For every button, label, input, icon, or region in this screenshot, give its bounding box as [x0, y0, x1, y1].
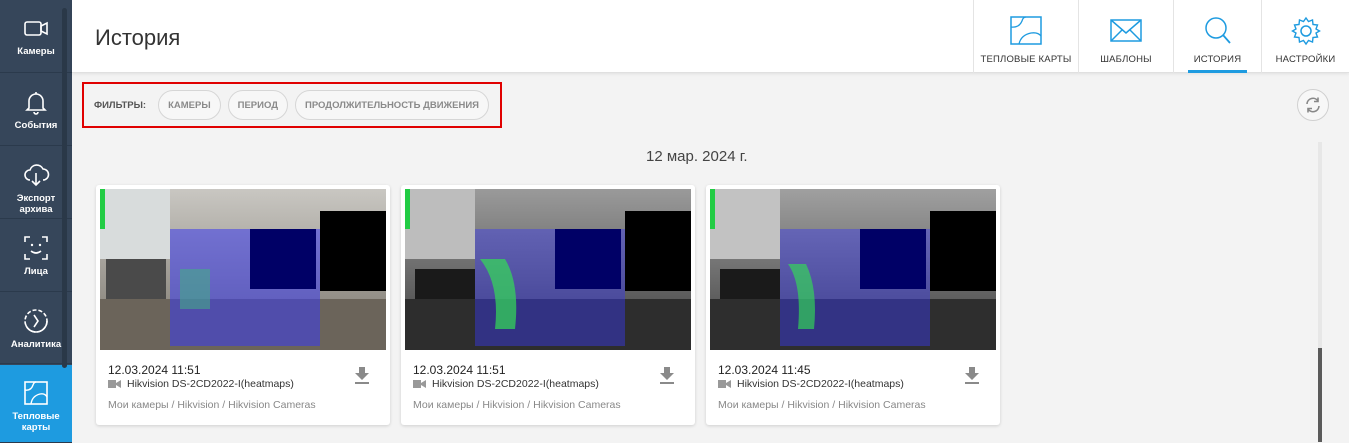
tab-history[interactable]: ИСТОРИЯ [1173, 0, 1261, 73]
content-scrollbar[interactable] [1318, 142, 1322, 442]
heatmap-thumbnail[interactable] [405, 189, 691, 350]
bell-icon [25, 92, 47, 115]
heatmap-icon [24, 381, 48, 405]
history-card[interactable]: 12.03.2024 11:51 Hikvision DS-2CD2022-I(… [96, 185, 390, 425]
sidebar-item-heatmaps[interactable]: Тепловые карты [0, 365, 72, 443]
card-camera-name: Hikvision DS-2CD2022-I(heatmaps) [127, 378, 294, 390]
tab-label: НАСТРОЙКИ [1275, 54, 1336, 65]
heatmap-thumbnail[interactable] [710, 189, 996, 350]
sidebar-item-label: Лица [24, 266, 48, 277]
face-icon [24, 236, 48, 260]
scrollbar-thumb[interactable] [1318, 348, 1322, 442]
filter-chip-motion-duration[interactable]: ПРОДОЛЖИТЕЛЬНОСТЬ ДВИЖЕНИЯ [295, 90, 489, 120]
header: История ТЕПЛОВЫЕ КАРТЫ ШАБЛОНЫ ИСТОРИЯ Н… [72, 0, 1349, 73]
card-path: Мои камеры / Hikvision / Hikvision Camer… [108, 399, 316, 411]
filters-bar: ФИЛЬТРЫ: КАМЕРЫ ПЕРИОД ПРОДОЛЖИТЕЛЬНОСТЬ… [82, 82, 502, 128]
camera-icon [24, 21, 48, 36]
sidebar-item-label: Тепловые карты [12, 411, 60, 433]
download-icon[interactable] [354, 366, 370, 384]
sidebar-item-label: Экспорт архива [16, 193, 56, 215]
heatmap-thumbnail[interactable] [100, 189, 386, 350]
tab-label: ШАБЛОНЫ [1100, 54, 1152, 65]
card-camera-name: Hikvision DS-2CD2022-I(heatmaps) [432, 378, 599, 390]
sidebar: Камеры События Экспорт архива Лица Анали… [0, 0, 72, 443]
tab-settings[interactable]: НАСТРОЙКИ [1261, 0, 1349, 73]
filters-label: ФИЛЬТРЫ: [94, 99, 147, 111]
card-timestamp: 12.03.2024 11:51 [108, 363, 201, 377]
video-camera-icon [718, 380, 731, 388]
sidebar-scrollbar[interactable] [62, 8, 67, 368]
filter-chip-period[interactable]: ПЕРИОД [227, 90, 288, 120]
filter-chip-cameras[interactable]: КАМЕРЫ [158, 90, 221, 120]
gear-icon [1290, 16, 1321, 46]
heatmap-icon [1010, 16, 1042, 45]
refresh-icon [1306, 97, 1320, 113]
history-card[interactable]: 12.03.2024 11:45 Hikvision DS-2CD2022-I(… [706, 185, 1000, 425]
cloud-download-icon [24, 164, 50, 187]
tab-heatmaps[interactable]: ТЕПЛОВЫЕ КАРТЫ [973, 0, 1078, 73]
page-title: История [95, 25, 181, 50]
card-camera-name: Hikvision DS-2CD2022-I(heatmaps) [737, 378, 904, 390]
card-path: Мои камеры / Hikvision / Hikvision Camer… [718, 399, 926, 411]
download-icon[interactable] [964, 366, 980, 384]
tab-label: ТЕПЛОВЫЕ КАРТЫ [980, 54, 1072, 65]
envelope-icon [1110, 19, 1142, 42]
tab-templates[interactable]: ШАБЛОНЫ [1078, 0, 1173, 73]
sidebar-item-label: События [14, 120, 58, 131]
download-icon[interactable] [659, 366, 675, 384]
video-camera-icon [108, 380, 121, 388]
card-timestamp: 12.03.2024 11:51 [413, 363, 506, 377]
date-group-label: 12 мар. 2024 г. [646, 148, 748, 165]
search-icon [1204, 17, 1231, 44]
video-camera-icon [413, 380, 426, 388]
history-card[interactable]: 12.03.2024 11:51 Hikvision DS-2CD2022-I(… [401, 185, 695, 425]
sidebar-item-label: Камеры [17, 46, 55, 57]
sidebar-item-label: Аналитика [10, 339, 62, 350]
analytics-icon [24, 309, 48, 333]
tab-label: ИСТОРИЯ [1193, 54, 1242, 65]
refresh-button[interactable] [1297, 89, 1329, 121]
card-timestamp: 12.03.2024 11:45 [718, 363, 811, 377]
card-path: Мои камеры / Hikvision / Hikvision Camer… [413, 399, 621, 411]
